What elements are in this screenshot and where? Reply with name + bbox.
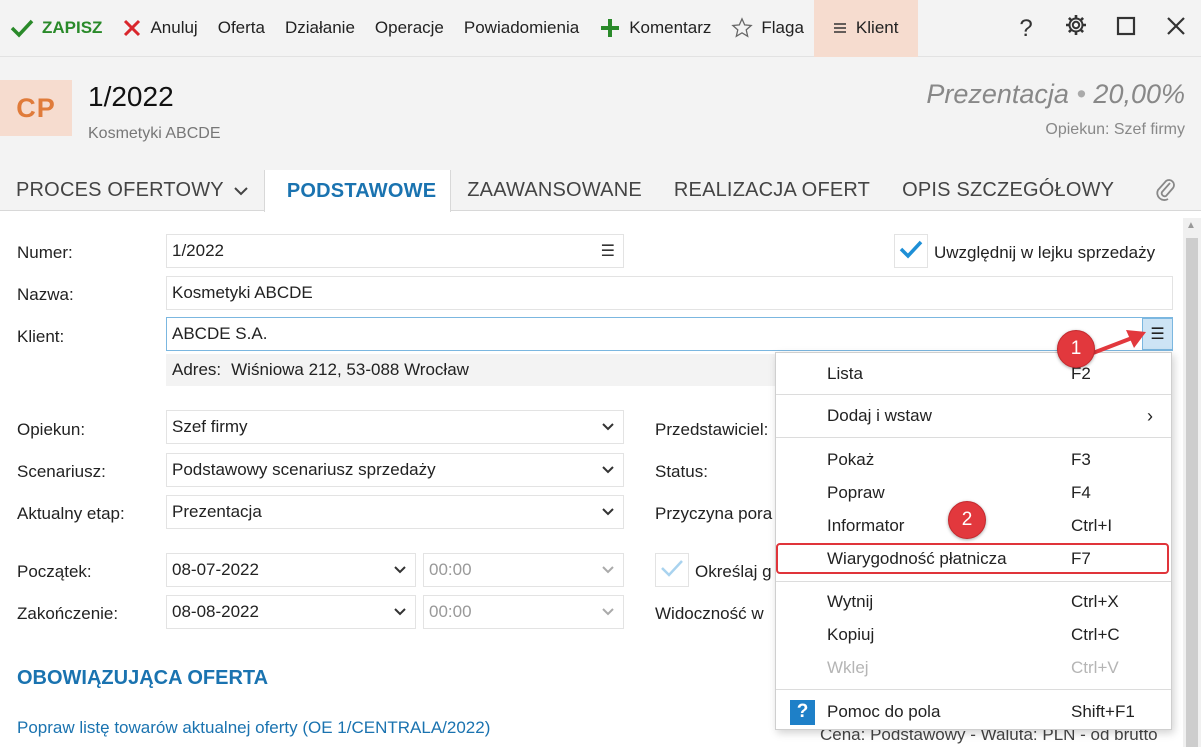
menu-item-pomoc-do-pola[interactable]: ? Pomoc do pola Shift+F1 bbox=[776, 697, 1171, 727]
offer-menu[interactable]: Oferta bbox=[208, 0, 275, 57]
tab-realizacja-ofert[interactable]: REALIZACJA OFERT bbox=[658, 170, 886, 211]
maximize-button[interactable] bbox=[1101, 0, 1151, 57]
zakonczenie-date[interactable]: 08-08-2022 bbox=[166, 595, 416, 629]
comment-button[interactable]: Komentarz bbox=[589, 0, 721, 57]
okreslaj-checkbox[interactable] bbox=[655, 553, 689, 587]
tab-proces-ofertowy[interactable]: PROCES OFERTOWY bbox=[0, 170, 264, 211]
section-title: OBOWIĄZUJĄCA OFERTA bbox=[17, 667, 269, 689]
field-menu-icon[interactable]: ☰ bbox=[601, 241, 615, 261]
action-menu[interactable]: Działanie bbox=[275, 0, 365, 57]
przedstawiciel-label: Przedstawiciel: bbox=[655, 420, 769, 439]
help-button[interactable]: ? bbox=[1001, 0, 1051, 57]
menu-separator bbox=[776, 437, 1171, 438]
tab-opis-szczegolowy[interactable]: OPIS SZCZEGÓŁOWY bbox=[886, 170, 1130, 211]
chevron-down-icon bbox=[601, 561, 615, 584]
annotation-step-2: 2 bbox=[948, 501, 986, 539]
toolbar: ZAPISZ Anuluj Oferta Działanie Operacje … bbox=[0, 0, 1201, 57]
include-funnel-checkbox[interactable] bbox=[894, 234, 928, 268]
etap-select[interactable]: Prezentacja bbox=[166, 495, 624, 529]
edit-offer-link[interactable]: Popraw listę towarów aktualnej oferty (O… bbox=[17, 718, 490, 738]
menu-separator bbox=[776, 394, 1171, 395]
annotation-step-1: 1 bbox=[1057, 330, 1095, 368]
menu-item-wytnij[interactable]: Wytnij Ctrl+X bbox=[776, 587, 1171, 617]
chevron-down-icon bbox=[601, 503, 615, 526]
plus-icon bbox=[599, 17, 621, 39]
stage-indicator: Prezentacja • 20,00% bbox=[926, 79, 1185, 109]
scroll-up-icon[interactable]: ▲ bbox=[1186, 220, 1196, 231]
owner-info: Opiekun: Szef firmy bbox=[1045, 121, 1185, 138]
nazwa-label: Nazwa: bbox=[17, 285, 74, 304]
menu-item-dodaj-i-wstaw[interactable]: Dodaj i wstaw › bbox=[776, 401, 1171, 431]
nazwa-field[interactable]: Kosmetyki ABCDE bbox=[166, 276, 1173, 310]
address-display: Adres: Wiśniowa 212, 53-088 Wrocław bbox=[166, 354, 776, 386]
include-funnel-label: Uwzględnij w lejku sprzedaży bbox=[934, 243, 1156, 262]
close-icon bbox=[1166, 15, 1186, 43]
document-subtitle: Kosmetyki ABCDE bbox=[88, 125, 221, 142]
chevron-down-icon bbox=[601, 603, 615, 626]
save-button[interactable]: ZAPISZ bbox=[0, 0, 112, 57]
context-menu: Lista F2 Dodaj i wstaw › Pokaż F3 Popraw… bbox=[775, 352, 1172, 730]
menu-item-kopiuj[interactable]: Kopiuj Ctrl+C bbox=[776, 620, 1171, 650]
operations-menu[interactable]: Operacje bbox=[365, 0, 454, 57]
settings-button[interactable] bbox=[1051, 0, 1101, 57]
widocznosc-label: Widoczność w bbox=[655, 604, 764, 623]
tab-zaawansowane[interactable]: ZAAWANSOWANE bbox=[451, 170, 658, 211]
check-icon bbox=[899, 239, 923, 264]
status-label: Status: bbox=[655, 462, 708, 481]
question-icon: ? bbox=[1019, 14, 1033, 42]
close-window-button[interactable] bbox=[1151, 0, 1201, 57]
chevron-down-icon bbox=[234, 186, 248, 196]
menu-separator bbox=[776, 689, 1171, 690]
document-header: CP 1/2022 Kosmetyki ABCDE Prezentacja • … bbox=[0, 57, 1201, 170]
zakonczenie-label: Zakończenie: bbox=[17, 604, 119, 623]
menu-separator bbox=[776, 581, 1171, 582]
document-number: 1/2022 bbox=[88, 81, 174, 112]
menu-item-wklej: Wklej Ctrl+V bbox=[827, 658, 1119, 677]
scrollbar-thumb[interactable] bbox=[1186, 238, 1198, 747]
highlight-box bbox=[776, 543, 1169, 574]
zakonczenie-time[interactable]: 00:00 bbox=[423, 595, 624, 629]
scenariusz-label: Scenariusz: bbox=[17, 462, 106, 481]
close-icon bbox=[122, 18, 142, 38]
window-controls: ? bbox=[1001, 0, 1201, 57]
notifications-menu[interactable]: Powiadomienia bbox=[454, 0, 589, 57]
paperclip-icon bbox=[1154, 175, 1176, 207]
etap-label: Aktualny etap: bbox=[17, 504, 125, 523]
menu-item-pokaz[interactable]: Pokaż F3 bbox=[776, 445, 1171, 475]
check-icon bbox=[660, 558, 684, 583]
poczatek-label: Początek: bbox=[17, 562, 92, 581]
tab-podstawowe[interactable]: PODSTAWOWE bbox=[263, 170, 452, 212]
tab-bar: PROCES OFERTOWY PODSTAWOWE ZAAWANSOWANE … bbox=[0, 170, 1201, 212]
chevron-down-icon bbox=[601, 418, 615, 441]
cancel-button[interactable]: Anuluj bbox=[112, 0, 207, 57]
document-type-badge: CP bbox=[0, 80, 72, 136]
chevron-down-icon bbox=[393, 561, 407, 584]
okreslaj-label: Określaj g bbox=[695, 562, 772, 581]
opiekun-select[interactable]: Szef firmy bbox=[166, 410, 624, 444]
star-icon bbox=[731, 17, 754, 39]
klient-label: Klient: bbox=[17, 327, 65, 346]
chevron-right-icon: › bbox=[1147, 405, 1153, 426]
help-icon: ? bbox=[790, 699, 815, 725]
poczatek-date[interactable]: 08-07-2022 bbox=[166, 553, 416, 587]
poczatek-time[interactable]: 00:00 bbox=[423, 553, 624, 587]
vertical-scrollbar[interactable]: ▲ bbox=[1183, 218, 1201, 747]
client-menu[interactable]: Klient bbox=[813, 0, 919, 57]
chevron-down-icon bbox=[601, 461, 615, 484]
flag-button[interactable]: Flaga bbox=[721, 0, 814, 57]
przyczyna-label: Przyczyna pora bbox=[655, 504, 773, 523]
numer-label: Numer: bbox=[17, 243, 73, 262]
hamburger-icon bbox=[832, 21, 848, 35]
maximize-icon bbox=[1116, 15, 1136, 43]
numer-field[interactable]: 1/2022 ☰ bbox=[166, 234, 624, 268]
gear-icon bbox=[1064, 13, 1088, 44]
tab-attachments[interactable] bbox=[1130, 170, 1192, 211]
klient-field[interactable]: ABCDE S.A. bbox=[166, 317, 1173, 351]
check-icon bbox=[10, 18, 34, 38]
chevron-down-icon bbox=[393, 603, 407, 626]
scenariusz-select[interactable]: Podstawowy scenariusz sprzedaży bbox=[166, 453, 624, 487]
opiekun-label: Opiekun: bbox=[17, 420, 86, 439]
